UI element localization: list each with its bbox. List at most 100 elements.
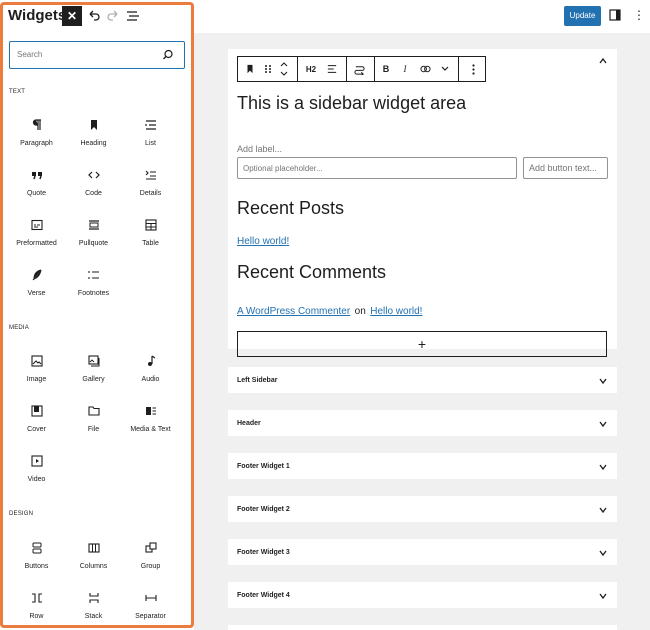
block-audio[interactable]: Audio (122, 355, 179, 383)
search-icon (163, 49, 173, 60)
redo-icon[interactable] (105, 8, 121, 24)
link-icon[interactable] (415, 57, 435, 81)
block-gallery[interactable]: Gallery (65, 355, 122, 383)
block-label: Footnotes (77, 290, 110, 297)
chevron-down-icon[interactable] (599, 506, 607, 514)
block-label: Heading (80, 140, 107, 147)
block-stack[interactable]: Stack (65, 592, 122, 620)
block-label: Media & Text (130, 426, 171, 433)
block-image[interactable]: Image (8, 355, 65, 383)
bold-button[interactable]: B (377, 57, 395, 81)
widget-area-title: Footer Widget 2 (237, 506, 290, 513)
block-heading[interactable]: Heading (65, 119, 122, 147)
widget-area-footer-3[interactable]: Footer Widget 3 (228, 539, 617, 565)
block-columns[interactable]: Columns (65, 542, 122, 570)
chevron-down-icon[interactable] (599, 463, 607, 471)
separator-icon (144, 595, 157, 601)
comment-post-link[interactable]: Hello world! (370, 306, 422, 317)
widget-area-footer-2[interactable]: Footer Widget 2 (228, 496, 617, 522)
block-file[interactable]: File (65, 405, 122, 433)
category-design: DESIGN (9, 511, 34, 517)
block-label: Code (85, 190, 102, 197)
chevron-down-icon[interactable] (599, 592, 607, 600)
more-options-icon[interactable]: ⋮ (633, 9, 645, 21)
search-box[interactable] (9, 41, 185, 69)
more-formats-chevron-icon[interactable] (436, 57, 454, 81)
chevron-down-icon[interactable] (599, 549, 607, 557)
chevron-down-icon[interactable] (599, 377, 607, 385)
block-row[interactable]: Row (8, 592, 65, 620)
widget-area-footer-4[interactable]: Footer Widget 4 (228, 582, 617, 608)
heading-level-button[interactable]: H2 (300, 57, 322, 81)
block-paragraph[interactable]: Paragraph (8, 119, 65, 147)
close-inserter-button[interactable]: ✕ (62, 6, 82, 26)
toolbar-divider (297, 57, 298, 81)
update-button[interactable]: Update (564, 6, 601, 26)
block-footnotes[interactable]: Footnotes (65, 269, 122, 297)
block-label: Buttons (24, 563, 49, 570)
cover-icon (30, 405, 43, 417)
media-text-icon (145, 407, 156, 415)
drag-handle-icon[interactable] (260, 57, 276, 81)
block-options-icon[interactable] (461, 57, 485, 81)
search-input[interactable] (10, 42, 150, 67)
block-media-text[interactable]: Media & Text (122, 405, 179, 433)
search-input-placeholder[interactable]: Optional placeholder... (237, 157, 517, 179)
block-quote[interactable]: Quote (8, 169, 65, 197)
block-label: Verse (27, 290, 46, 297)
audio-note-icon (147, 355, 155, 366)
block-label: Audio (141, 376, 160, 383)
align-icon[interactable] (322, 57, 342, 81)
block-video[interactable]: Video (8, 455, 65, 483)
list-view-icon[interactable] (125, 8, 141, 24)
add-block-button[interactable]: + (237, 331, 607, 357)
block-label: Video (27, 476, 46, 483)
video-icon (30, 455, 43, 467)
block-group[interactable]: Group (122, 542, 179, 570)
add-label-field[interactable]: Add label... (237, 144, 282, 154)
search-button-text[interactable]: Add button text... (523, 157, 608, 179)
widget-area-header[interactable]: Header (228, 410, 617, 436)
widget-area-title: Footer Widget 1 (237, 463, 290, 470)
collapse-chevron-up-icon[interactable] (599, 57, 607, 65)
block-label: Image (26, 376, 47, 383)
widget-area-left-sidebar[interactable]: Left Sidebar (228, 367, 617, 393)
gallery-icon (87, 355, 99, 367)
block-cover[interactable]: Cover (8, 405, 65, 433)
bookmark-icon[interactable] (240, 57, 260, 81)
widget-area-footer-1[interactable]: Footer Widget 1 (228, 453, 617, 479)
block-preformatted[interactable]: Preformatted (8, 219, 65, 247)
block-details[interactable]: Details (122, 169, 179, 197)
widget-area-heading[interactable]: This is a sidebar widget area (237, 93, 466, 114)
comment-author-link[interactable]: A WordPress Commenter (237, 306, 350, 317)
heading-bookmark-icon (90, 120, 97, 130)
block-code[interactable]: Code (65, 169, 122, 197)
block-list[interactable]: List (122, 119, 179, 147)
recent-comments-title[interactable]: Recent Comments (237, 262, 386, 283)
italic-button[interactable]: I (396, 57, 414, 81)
block-table[interactable]: Table (122, 219, 179, 247)
chevron-down-icon[interactable] (599, 420, 607, 428)
paragraph-icon (32, 119, 41, 130)
list-icon (144, 120, 156, 130)
columns-icon (87, 543, 100, 553)
undo-icon[interactable] (86, 8, 102, 24)
block-label: List (145, 140, 156, 147)
block-buttons[interactable]: Buttons (8, 542, 65, 570)
recent-post-link[interactable]: Hello world! (237, 236, 289, 247)
block-inserter: TEXT Paragraph Heading List Quote Code D… (0, 33, 194, 630)
widget-canvas: H2 B I This is a sidebar widget area Add… (194, 33, 650, 630)
block-separator[interactable]: Separator (122, 592, 179, 620)
transform-icon[interactable] (348, 57, 370, 81)
widget-area-partial (228, 625, 617, 630)
move-up-down-icon[interactable] (276, 57, 292, 81)
stack-icon (88, 593, 99, 603)
block-verse[interactable]: Verse (8, 269, 65, 297)
block-pullquote[interactable]: Pullquote (65, 219, 122, 247)
toolbar-divider (346, 57, 347, 81)
block-label: Quote (26, 190, 47, 197)
page-title: Widgets (8, 7, 67, 24)
settings-panel-icon[interactable] (609, 9, 621, 21)
block-label: Stack (84, 613, 103, 620)
recent-posts-title[interactable]: Recent Posts (237, 198, 344, 219)
